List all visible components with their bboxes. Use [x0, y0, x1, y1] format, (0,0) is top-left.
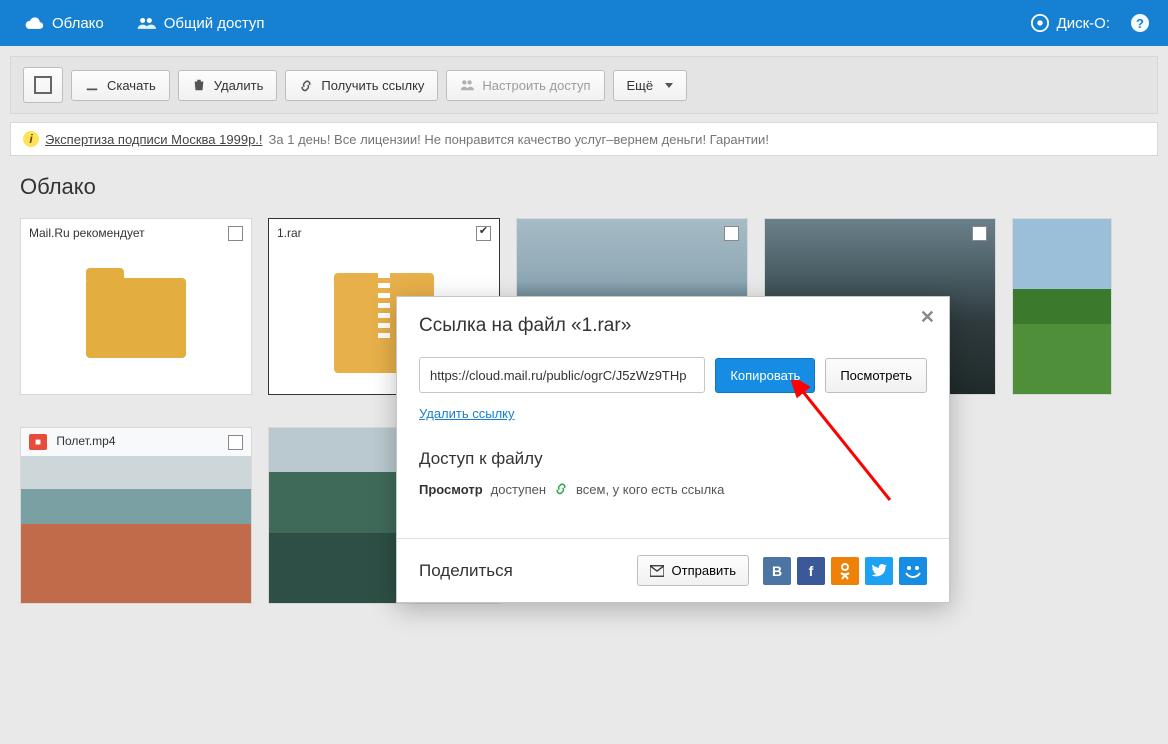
- send-email-button[interactable]: Отправить: [637, 555, 749, 586]
- tile-checkbox[interactable]: [228, 435, 243, 450]
- get-link-label: Получить ссылку: [321, 78, 424, 93]
- view-button[interactable]: Посмотреть: [825, 358, 927, 393]
- delete-button[interactable]: Удалить: [178, 70, 278, 101]
- video-badge-icon: ■: [29, 434, 47, 450]
- share-bar: Поделиться Отправить B f: [397, 538, 949, 602]
- tile-checkbox[interactable]: [972, 226, 987, 241]
- tile-checkbox[interactable]: [724, 226, 739, 241]
- tile-label: ■ Полет.mp4: [29, 434, 116, 451]
- access-button[interactable]: Настроить доступ: [446, 70, 604, 101]
- tile-checkbox[interactable]: [476, 226, 491, 241]
- top-nav: Облако Общий доступ Диск-О: ?: [0, 0, 1168, 46]
- mail-icon: [650, 565, 664, 577]
- cloud-icon: [24, 15, 44, 31]
- access-title: Доступ к файлу: [419, 449, 927, 469]
- select-all-checkbox[interactable]: [23, 67, 63, 103]
- nav-disko-label: Диск-О:: [1057, 15, 1110, 32]
- download-icon: [85, 78, 99, 92]
- ad-bar: i Экспертиза подписи Москва 1999р.! За 1…: [10, 122, 1158, 156]
- access-who: всем, у кого есть ссылка: [576, 482, 724, 497]
- share-ok-button[interactable]: [831, 557, 859, 585]
- modal-title: Ссылка на файл «1.rar»: [419, 315, 927, 337]
- close-button[interactable]: ✕: [920, 307, 935, 328]
- copy-button[interactable]: Копировать: [715, 358, 815, 393]
- access-row: Просмотр доступен всем, у кого есть ссыл…: [419, 481, 927, 498]
- link-small-icon: [554, 481, 568, 498]
- folder-icon: [86, 278, 186, 358]
- tile-label: 1.rar: [277, 226, 302, 240]
- send-label: Отправить: [672, 563, 736, 578]
- ad-link[interactable]: Экспертиза подписи Москва 1999р.!: [45, 132, 263, 147]
- more-button[interactable]: Ещё: [613, 70, 688, 101]
- toolbar: Скачать Удалить Получить ссылку Настроит…: [10, 56, 1158, 114]
- svg-text:?: ?: [1136, 16, 1144, 31]
- tile-checkbox[interactable]: [228, 226, 243, 241]
- download-button[interactable]: Скачать: [71, 70, 170, 101]
- tile-video-polet[interactable]: ■ Полет.mp4: [20, 427, 252, 604]
- nav-shared-label: Общий доступ: [164, 15, 265, 32]
- nav-cloud[interactable]: Облако: [10, 0, 118, 46]
- help-icon: ?: [1130, 13, 1150, 33]
- get-link-button[interactable]: Получить ссылку: [285, 70, 438, 101]
- disk-o-icon: [1031, 14, 1049, 32]
- delete-link-action[interactable]: Удалить ссылку: [419, 406, 515, 421]
- checkbox-icon: [34, 76, 52, 94]
- access-state: доступен: [491, 482, 546, 497]
- download-label: Скачать: [107, 78, 156, 93]
- breadcrumb: Облако: [10, 174, 1158, 200]
- access-label: Настроить доступ: [482, 78, 590, 93]
- nav-cloud-label: Облако: [52, 15, 104, 32]
- share-url-input[interactable]: [419, 357, 705, 393]
- people-small-icon: [460, 78, 474, 92]
- tile-mailru-recommends[interactable]: Mail.Ru рекомендует: [20, 218, 252, 395]
- share-vk-button[interactable]: B: [763, 557, 791, 585]
- link-icon: [299, 78, 313, 92]
- nav-shared[interactable]: Общий доступ: [122, 0, 279, 46]
- delete-label: Удалить: [214, 78, 264, 93]
- share-moimir-button[interactable]: [899, 557, 927, 585]
- ad-text: За 1 день! Все лицензии! Не понравится к…: [269, 132, 769, 147]
- tile-label: Mail.Ru рекомендует: [29, 226, 145, 240]
- share-tw-button[interactable]: [865, 557, 893, 585]
- ad-icon: i: [23, 131, 39, 147]
- share-label: Поделиться: [419, 561, 513, 581]
- nav-help[interactable]: ?: [1122, 0, 1158, 46]
- access-mode: Просмотр: [419, 482, 483, 497]
- share-fb-button[interactable]: f: [797, 557, 825, 585]
- tile-image-3[interactable]: [1012, 218, 1112, 395]
- chevron-down-icon: [665, 83, 673, 88]
- share-link-modal: ✕ Ссылка на файл «1.rar» Копировать Посм…: [396, 296, 950, 603]
- nav-disko[interactable]: Диск-О:: [1023, 0, 1118, 46]
- trash-icon: [192, 78, 206, 92]
- more-label: Ещё: [627, 78, 654, 93]
- people-icon: [136, 15, 156, 31]
